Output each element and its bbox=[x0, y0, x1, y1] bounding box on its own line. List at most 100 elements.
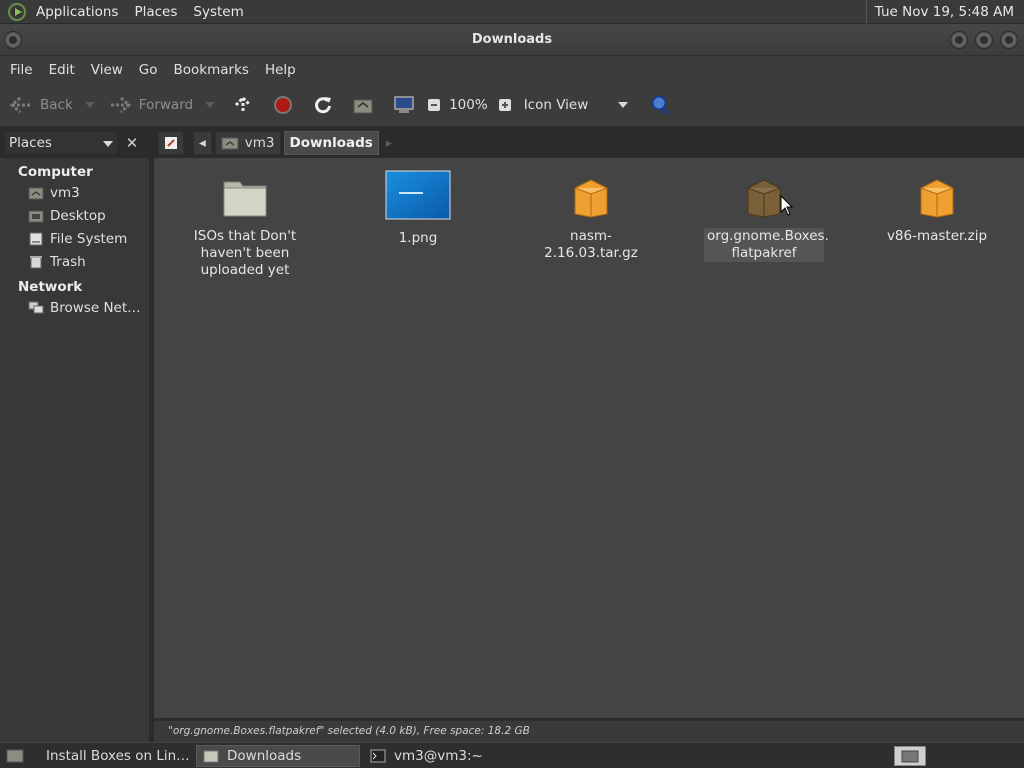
places-menu[interactable]: Places bbox=[126, 4, 185, 20]
menu-help[interactable]: Help bbox=[257, 62, 304, 78]
zoom-in-button[interactable] bbox=[498, 89, 512, 121]
mint-logo-icon[interactable] bbox=[8, 2, 26, 21]
file-item-boxes-flatpakref[interactable]: org.gnome.Boxes. flatpakref bbox=[704, 178, 829, 262]
applications-menu[interactable]: Applications bbox=[28, 4, 126, 20]
sidebar-item-label: vm3 bbox=[50, 184, 80, 201]
close-button[interactable] bbox=[1000, 31, 1018, 49]
archive-package-icon bbox=[574, 179, 608, 218]
clock[interactable]: Tue Nov 19, 5:48 AM bbox=[865, 0, 1024, 24]
network-icon bbox=[28, 301, 44, 313]
sidebar-item-file-system[interactable]: File System bbox=[0, 227, 149, 250]
forward-history-arrow[interactable] bbox=[205, 101, 216, 108]
taskbar-item-terminal[interactable]: vm3@vm3:~ bbox=[364, 745, 514, 767]
home-button[interactable] bbox=[353, 89, 373, 121]
reload-button[interactable] bbox=[313, 89, 333, 121]
sidebar-item-desktop[interactable]: Desktop bbox=[0, 204, 149, 227]
zoom-out-button[interactable] bbox=[427, 89, 441, 121]
reload-icon bbox=[315, 96, 332, 113]
taskbar-item-downloads[interactable]: Downloads bbox=[196, 744, 360, 767]
computer-button[interactable] bbox=[393, 89, 415, 121]
back-arrow-icon bbox=[10, 96, 30, 113]
file-name: nasm-2.16.03.tar.gz bbox=[544, 228, 638, 261]
chevron-right-icon: ▸ bbox=[385, 135, 393, 151]
up-arrow-icon bbox=[235, 95, 252, 112]
minimize-button[interactable] bbox=[950, 31, 968, 49]
computer-icon bbox=[394, 95, 414, 113]
mouse-pointer-icon bbox=[780, 195, 794, 216]
back-button[interactable]: Back bbox=[10, 89, 95, 121]
status-bar: "org.gnome.Boxes.flatpakref" selected (4… bbox=[154, 720, 1024, 742]
sidebar-section-computer: Computer bbox=[18, 164, 93, 180]
workspace-switcher[interactable] bbox=[894, 745, 926, 766]
sidebar-item-label: Browse Net… bbox=[50, 299, 141, 316]
search-icon bbox=[651, 95, 670, 115]
archive-package-icon bbox=[920, 179, 954, 218]
toolbar: Back Forward 100% Icon View bbox=[0, 83, 1024, 127]
file-name: v86-master.zip bbox=[886, 228, 988, 244]
up-button[interactable] bbox=[233, 89, 253, 121]
show-desktop-button[interactable] bbox=[2, 745, 28, 767]
back-history-arrow[interactable] bbox=[84, 101, 95, 108]
sidebar-item-label: File System bbox=[50, 230, 128, 247]
trash-icon bbox=[30, 255, 42, 268]
folder-icon bbox=[223, 181, 267, 217]
home-folder-icon bbox=[221, 137, 239, 150]
home-folder-icon bbox=[353, 99, 373, 113]
sidebar-section-network: Network bbox=[18, 279, 83, 295]
top-panel: Applications Places System Tue Nov 19, 5… bbox=[0, 0, 1024, 24]
zoom-out-icon bbox=[428, 98, 441, 111]
sidebar-item-trash[interactable]: Trash bbox=[0, 250, 149, 273]
taskbar-item-label: Install Boxes on Lin… bbox=[46, 747, 190, 764]
pathbar: ◂ vm3 Downloads ▸ bbox=[158, 130, 392, 156]
file-item-1png[interactable]: 1.png bbox=[358, 170, 478, 247]
taskbar-item-label: vm3@vm3:~ bbox=[394, 747, 483, 764]
zoom-level[interactable]: 100% bbox=[449, 89, 488, 121]
menu-bookmarks[interactable]: Bookmarks bbox=[166, 62, 257, 78]
maximize-button[interactable] bbox=[975, 31, 993, 49]
path-segment-label: vm3 bbox=[244, 135, 275, 151]
close-sidebar-button[interactable]: ✕ bbox=[122, 131, 142, 155]
menu-file[interactable]: File bbox=[2, 62, 41, 78]
zoom-in-icon bbox=[498, 98, 511, 111]
file-item-nasm-archive[interactable]: nasm-2.16.03.tar.gz bbox=[531, 178, 651, 262]
taskbar-item-browser[interactable]: Install Boxes on Lin… bbox=[32, 745, 192, 767]
folder-icon bbox=[203, 750, 219, 762]
stop-button[interactable] bbox=[273, 89, 293, 121]
taskbar-item-label: Downloads bbox=[227, 747, 302, 764]
window-menu-button[interactable] bbox=[4, 31, 22, 49]
menu-edit[interactable]: Edit bbox=[41, 62, 83, 78]
file-icon-view[interactable]: ISOs that Don't haven't been uploaded yet … bbox=[154, 158, 1024, 718]
menu-go[interactable]: Go bbox=[131, 62, 166, 78]
search-button[interactable] bbox=[650, 89, 672, 121]
file-name: ISOs that Don't haven't been uploaded yet bbox=[193, 228, 297, 278]
home-folder-icon bbox=[28, 187, 44, 199]
view-mode-select[interactable]: Icon View bbox=[524, 89, 629, 121]
system-menu[interactable]: System bbox=[185, 4, 251, 20]
sidebar-item-label: Desktop bbox=[50, 207, 106, 224]
stop-icon bbox=[274, 95, 293, 114]
pencil-icon bbox=[165, 137, 177, 149]
package-icon bbox=[747, 179, 781, 218]
view-mode-label: Icon View bbox=[523, 96, 589, 113]
file-item-v86-zip[interactable]: v86-master.zip bbox=[877, 178, 997, 245]
sidebar-item-vm3[interactable]: vm3 bbox=[0, 181, 149, 204]
edit-location-button[interactable] bbox=[158, 131, 184, 155]
sidebar-type-label: Places bbox=[9, 135, 52, 151]
window-title: Downloads bbox=[471, 32, 553, 47]
forward-button[interactable]: Forward bbox=[109, 89, 216, 121]
terminal-icon bbox=[370, 749, 386, 762]
chevron-down-icon bbox=[618, 101, 629, 108]
drive-icon bbox=[29, 232, 43, 245]
window-titlebar[interactable]: Downloads bbox=[0, 24, 1024, 56]
file-name: org.gnome.Boxes. flatpakref bbox=[704, 228, 829, 262]
file-name: 1.png bbox=[398, 230, 438, 246]
image-thumbnail-icon bbox=[385, 170, 451, 220]
sidebar-item-browse-network[interactable]: Browse Net… bbox=[0, 296, 149, 319]
file-item-isos-folder[interactable]: ISOs that Don't haven't been uploaded yet bbox=[185, 176, 305, 279]
path-segment-downloads[interactable]: Downloads bbox=[283, 131, 379, 155]
path-scroll-left-button[interactable]: ◂ bbox=[193, 131, 212, 155]
sidebar-type-select[interactable]: Places bbox=[4, 131, 118, 155]
desktop-folder-icon bbox=[28, 210, 44, 222]
path-segment-vm3[interactable]: vm3 bbox=[214, 131, 281, 155]
menu-view[interactable]: View bbox=[83, 62, 131, 78]
